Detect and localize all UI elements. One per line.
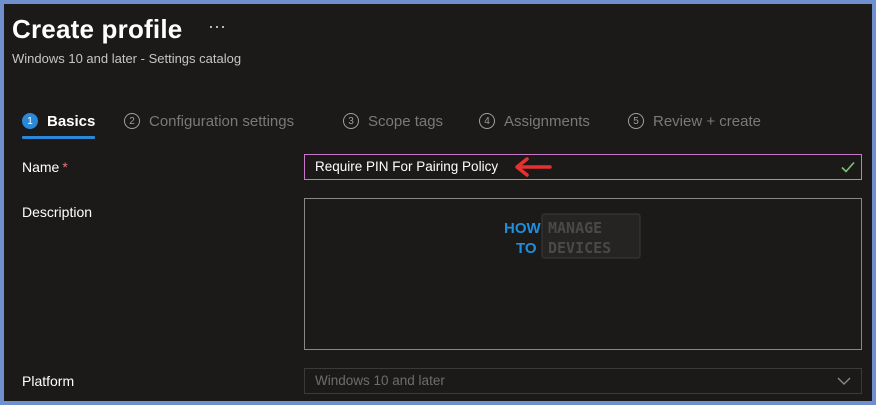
step-label-scope-tags: Scope tags — [368, 112, 444, 130]
step-number-5: 5 — [628, 113, 644, 129]
valid-check-icon — [841, 161, 855, 173]
page-subtitle: Windows 10 and later - Settings catalog — [12, 51, 242, 66]
description-textarea[interactable]: HOW TO MANAGE DEVICES — [304, 198, 862, 350]
step-label-review-create: Review + create — [653, 112, 761, 130]
required-asterisk: * — [62, 159, 68, 175]
chevron-down-icon — [837, 377, 851, 385]
tab-review-create[interactable]: 5 Review + create — [628, 108, 761, 134]
description-label: Description — [22, 204, 93, 220]
step-number-2: 2 — [124, 113, 140, 129]
watermark-to: TO — [516, 240, 537, 257]
tab-assignments[interactable]: 4 Assignments — [479, 108, 590, 134]
create-profile-panel: Create profile ··· Windows 10 and later … — [0, 0, 876, 405]
watermark-how: HOW — [504, 220, 542, 237]
tab-basics[interactable]: 1 Basics — [22, 108, 96, 139]
name-label: Name * — [22, 159, 68, 175]
more-options-icon[interactable]: ··· — [208, 16, 226, 37]
step-number-4: 4 — [479, 113, 495, 129]
tab-configuration-settings[interactable]: 2 Configuration settings — [124, 108, 294, 134]
howto-manage-devices-watermark-icon: HOW TO MANAGE DEVICES — [504, 213, 641, 259]
step-label-assignments: Assignments — [504, 112, 590, 130]
page-title: Create profile — [12, 14, 183, 44]
name-input[interactable]: Require PIN For Pairing Policy — [304, 154, 862, 180]
platform-label: Platform — [22, 373, 75, 389]
platform-select[interactable]: Windows 10 and later — [304, 368, 862, 394]
step-number-1: 1 — [22, 113, 38, 129]
step-label-basics: Basics — [47, 112, 96, 130]
name-label-text: Name — [22, 159, 60, 175]
tab-scope-tags[interactable]: 3 Scope tags — [343, 108, 443, 134]
step-label-configuration-settings: Configuration settings — [149, 112, 295, 130]
step-number-3: 3 — [343, 113, 359, 129]
annotation-arrow-icon — [515, 157, 552, 177]
watermark-manage: MANAGE — [548, 219, 602, 237]
watermark-devices: DEVICES — [548, 239, 611, 257]
